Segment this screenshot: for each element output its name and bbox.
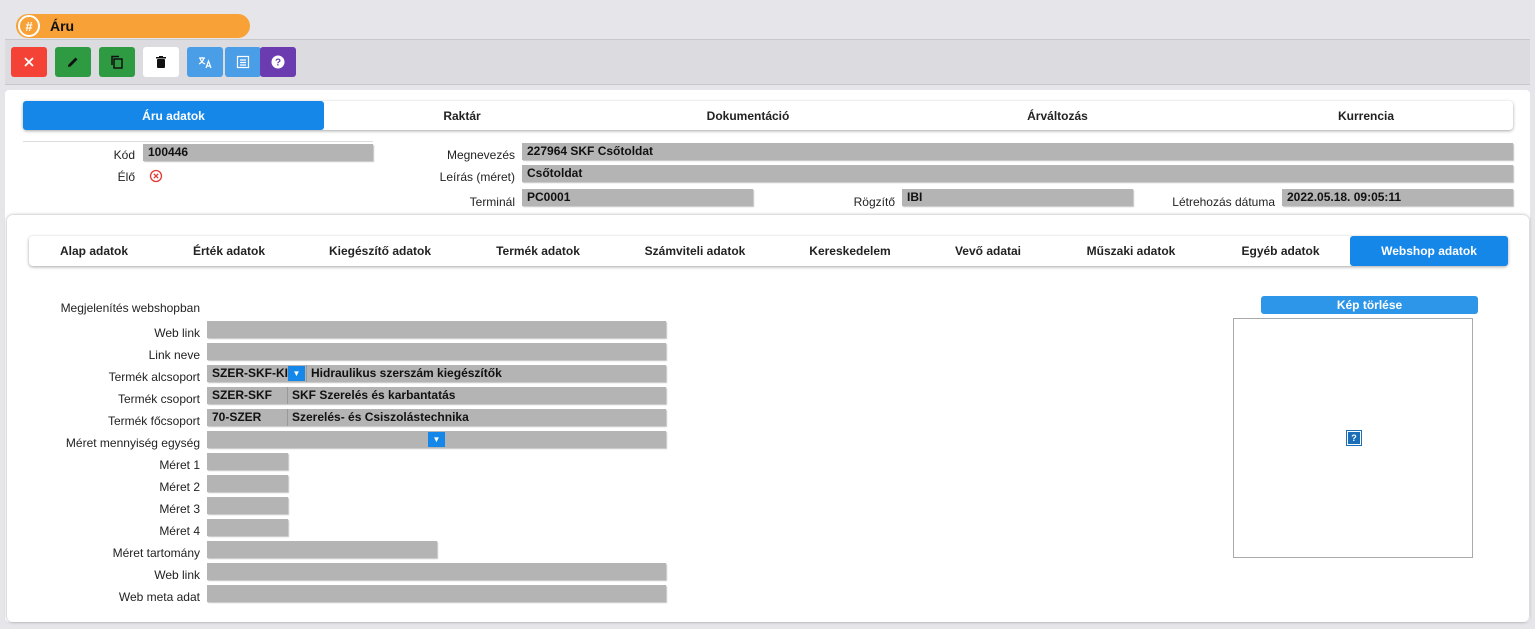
focsoport-field[interactable]: 70-SZER Szerelés- és Csiszolástechnika xyxy=(207,409,666,426)
meret-egyseg-select[interactable]: ▼ xyxy=(207,431,666,448)
tab-ertek-adatok[interactable]: Érték adatok xyxy=(159,236,299,266)
tab-webshop-adatok[interactable]: Webshop adatok xyxy=(1350,236,1508,266)
weblink2-field[interactable] xyxy=(207,563,666,580)
rogzito-field[interactable]: IBI xyxy=(902,189,1133,206)
letrehozas-field[interactable]: 2022.05.18. 09:05:11 xyxy=(1282,189,1513,206)
help-button[interactable]: ? xyxy=(260,47,296,77)
tab-alap-adatok[interactable]: Alap adatok xyxy=(29,236,159,266)
close-button[interactable] xyxy=(11,47,47,77)
elo-label: Élő xyxy=(117,170,135,184)
meret3-label: Méret 3 xyxy=(159,502,200,516)
tab-kereskedelem[interactable]: Kereskedelem xyxy=(775,236,925,266)
csoport-label: Termék csoport xyxy=(117,392,200,406)
tab-kiegeszito-adatok[interactable]: Kiegészítő adatok xyxy=(299,236,461,266)
delete-button[interactable] xyxy=(143,47,179,77)
meret2-label: Méret 2 xyxy=(159,480,200,494)
focsoport-label: Termék főcsoport xyxy=(107,414,200,428)
field-separator xyxy=(306,365,307,382)
alcsoport-label: Termék alcsoport xyxy=(108,370,200,384)
kod-label: Kód xyxy=(113,148,135,162)
meret3-field[interactable] xyxy=(207,497,288,514)
copy-button[interactable] xyxy=(99,47,135,77)
broken-image-icon: ? xyxy=(1346,430,1362,446)
csoport-name: SKF Szerelés és karbantatás xyxy=(292,388,456,402)
pencil-icon xyxy=(68,57,78,67)
csoport-code: SZER-SKF xyxy=(212,388,272,402)
rogzito-label: Rögzítő xyxy=(853,195,895,209)
tab-vevo-adatai[interactable]: Vevő adatai xyxy=(925,236,1051,266)
megnevezes-field[interactable]: 227964 SKF Csőtoldat xyxy=(522,143,1513,160)
focsoport-code: 70-SZER xyxy=(212,410,262,424)
alcsoport-name: Hidraulikus szerszám kiegészítők xyxy=(311,366,502,380)
tab-dokumentacio[interactable]: Dokumentáció xyxy=(600,101,896,130)
weblink-field[interactable] xyxy=(207,321,666,338)
tab-aru-adatok[interactable]: Áru adatok xyxy=(23,101,324,130)
alcsoport-code: SZER-SKF-KIEG xyxy=(212,366,290,380)
help-icon: ? xyxy=(271,55,285,69)
focsoport-name: Szerelés- és Csiszolástechnika xyxy=(292,410,469,424)
link-neve-label: Link neve xyxy=(148,348,200,362)
alcsoport-field[interactable]: SZER-SKF-KIEG ▼ Hidraulikus szerszám kie… xyxy=(207,365,666,382)
divider xyxy=(23,141,373,142)
close-icon xyxy=(24,57,34,67)
meret-tartomany-field[interactable] xyxy=(207,541,437,558)
copy-icon xyxy=(111,55,123,69)
window-title: Áru xyxy=(50,18,75,34)
field-separator xyxy=(287,409,288,426)
chevron-down-icon[interactable]: ▼ xyxy=(288,366,305,381)
hash-icon: # xyxy=(18,15,40,37)
terminal-label: Terminál xyxy=(469,195,515,209)
trash-icon xyxy=(156,56,166,68)
weblink2-label: Web link xyxy=(154,568,200,582)
translate-icon xyxy=(198,57,212,69)
tab-muszaki-adatok[interactable]: Műszaki adatok xyxy=(1051,236,1211,266)
tab-kurrencia[interactable]: Kurrencia xyxy=(1219,101,1513,130)
tab-egyeb-adatok[interactable]: Egyéb adatok xyxy=(1211,236,1350,266)
svg-text:?: ? xyxy=(275,58,281,69)
link-neve-field[interactable] xyxy=(207,343,666,360)
inactive-x-circle-icon[interactable] xyxy=(149,169,163,183)
megjelenites-label: Megjelenítés webshopban xyxy=(60,301,200,315)
product-image-box[interactable]: ? xyxy=(1233,318,1473,558)
leiras-field[interactable]: Csőtoldat xyxy=(522,165,1513,182)
meret-tartomany-label: Méret tartomány xyxy=(112,546,200,560)
terminal-field[interactable]: PC0001 xyxy=(522,189,753,206)
tab-arvaltozas[interactable]: Árváltozás xyxy=(896,101,1219,130)
tab-szamviteli-adatok[interactable]: Számviteli adatok xyxy=(615,236,775,266)
main-tab-bar: Áru adatok Raktár Dokumentáció Árváltozá… xyxy=(23,101,1513,130)
meret2-field[interactable] xyxy=(207,475,288,492)
list-button[interactable] xyxy=(225,47,261,77)
meret1-field[interactable] xyxy=(207,453,288,470)
meret4-field[interactable] xyxy=(207,519,288,536)
list-icon xyxy=(236,55,250,69)
weblink-label: Web link xyxy=(154,326,200,340)
megnevezes-label: Megnevezés xyxy=(446,148,515,162)
sub-tab-bar: Alap adatok Érték adatok Kiegészítő adat… xyxy=(29,236,1508,266)
tab-raktar[interactable]: Raktár xyxy=(324,101,600,130)
toolbar: ? xyxy=(5,39,1530,85)
meret-egyseg-label: Méret mennyiség egység xyxy=(65,436,200,450)
meret1-label: Méret 1 xyxy=(159,458,200,472)
translate-button[interactable] xyxy=(187,47,223,77)
letrehozas-label: Létrehozás dátuma xyxy=(1172,195,1275,209)
kep-torlese-button[interactable]: Kép törlése xyxy=(1261,296,1478,314)
meta-label: Web meta adat xyxy=(118,590,200,604)
window-title-bar: # Áru xyxy=(16,14,250,38)
edit-button[interactable] xyxy=(55,47,91,77)
chevron-down-icon[interactable]: ▼ xyxy=(428,432,445,447)
meret4-label: Méret 4 xyxy=(159,524,200,538)
leiras-label: Leírás (méret) xyxy=(439,170,515,184)
meta-field[interactable] xyxy=(207,585,666,602)
kod-field[interactable]: 100446 xyxy=(143,144,373,161)
tab-termek-adatok[interactable]: Termék adatok xyxy=(461,236,615,266)
csoport-field[interactable]: SZER-SKF SKF Szerelés és karbantatás xyxy=(207,387,666,404)
field-separator xyxy=(287,387,288,404)
